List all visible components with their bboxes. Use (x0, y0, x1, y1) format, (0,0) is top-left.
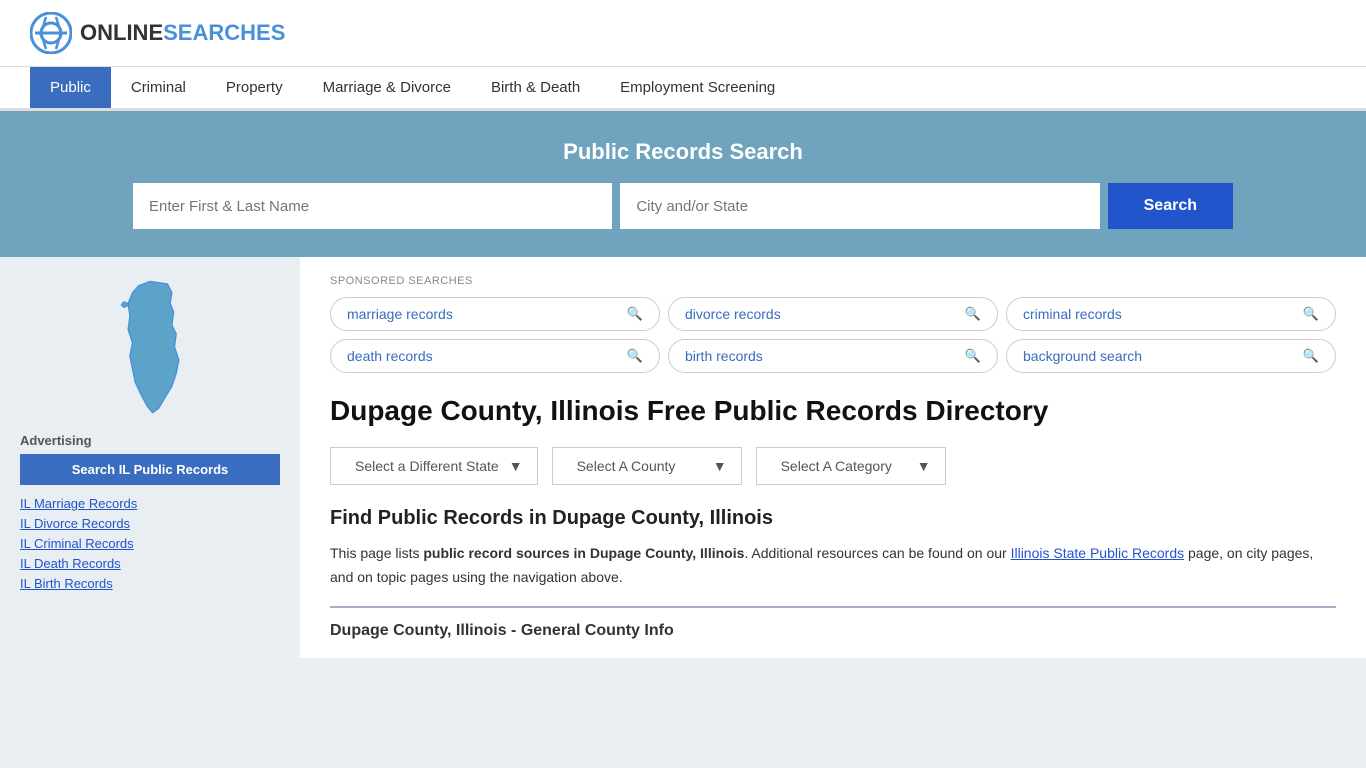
name-input[interactable] (133, 183, 612, 229)
search-banner: Public Records Search Search (0, 111, 1366, 257)
list-item: IL Death Records (20, 555, 280, 571)
find-link[interactable]: Illinois State Public Records (1011, 545, 1185, 561)
find-text-bold: public record sources in Dupage County, … (423, 545, 744, 561)
state-map (20, 277, 280, 417)
sidebar-advertising-label: Advertising (20, 433, 280, 448)
search-button[interactable]: Search (1108, 183, 1233, 229)
tag-label: marriage records (347, 306, 453, 322)
nav-item-birth-death[interactable]: Birth & Death (471, 67, 600, 108)
tag-divorce-records[interactable]: divorce records 🔍 (668, 297, 998, 331)
nav-item-marriage-divorce[interactable]: Marriage & Divorce (303, 67, 471, 108)
search-icon: 🔍 (627, 306, 643, 322)
sidebar-link-criminal[interactable]: IL Criminal Records (20, 536, 134, 551)
location-input[interactable] (620, 183, 1099, 229)
nav-item-employment[interactable]: Employment Screening (600, 67, 795, 108)
find-text-1: This page lists (330, 545, 423, 561)
chevron-down-icon: ▼ (509, 458, 523, 474)
illinois-map-icon (95, 277, 205, 417)
search-tags: marriage records 🔍 divorce records 🔍 cri… (330, 297, 1336, 373)
county-dropdown[interactable]: Select A County ▼ (552, 447, 742, 485)
sidebar: Advertising Search IL Public Records IL … (0, 257, 300, 658)
find-text-2: . Additional resources can be found on o… (744, 545, 1010, 561)
chevron-down-icon: ▼ (917, 458, 931, 474)
search-row: Search (133, 183, 1233, 229)
sidebar-link-divorce[interactable]: IL Divorce Records (20, 516, 130, 531)
sidebar-ad-button[interactable]: Search IL Public Records (20, 454, 280, 485)
sidebar-link-birth[interactable]: IL Birth Records (20, 576, 113, 591)
list-item: IL Divorce Records (20, 515, 280, 531)
tag-death-records[interactable]: death records 🔍 (330, 339, 660, 373)
tag-criminal-records[interactable]: criminal records 🔍 (1006, 297, 1336, 331)
sidebar-link-death[interactable]: IL Death Records (20, 556, 121, 571)
tag-marriage-records[interactable]: marriage records 🔍 (330, 297, 660, 331)
logo-icon (30, 12, 72, 54)
tag-label: criminal records (1023, 306, 1122, 322)
search-banner-title: Public Records Search (30, 139, 1336, 165)
search-icon: 🔍 (965, 348, 981, 364)
tag-label: divorce records (685, 306, 781, 322)
search-icon: 🔍 (1303, 306, 1319, 322)
list-item: IL Marriage Records (20, 495, 280, 511)
find-heading: Find Public Records in Dupage County, Il… (330, 507, 1336, 530)
site-header: ONLINESEARCHES (0, 0, 1366, 67)
tag-background-search[interactable]: background search 🔍 (1006, 339, 1336, 373)
nav-item-property[interactable]: Property (206, 67, 303, 108)
logo: ONLINESEARCHES (30, 12, 285, 54)
search-icon: 🔍 (965, 306, 981, 322)
main-area: Advertising Search IL Public Records IL … (0, 257, 1366, 658)
find-paragraph: This page lists public record sources in… (330, 542, 1336, 590)
state-dropdown[interactable]: Select a Different State ▼ (330, 447, 538, 485)
tag-label: death records (347, 348, 433, 364)
list-item: IL Birth Records (20, 575, 280, 591)
sponsored-label: SPONSORED SEARCHES (330, 275, 1336, 287)
general-info-heading: Dupage County, Illinois - General County… (330, 606, 1336, 640)
tag-birth-records[interactable]: birth records 🔍 (668, 339, 998, 373)
chevron-down-icon: ▼ (713, 458, 727, 474)
search-icon: 🔍 (627, 348, 643, 364)
sidebar-link-marriage[interactable]: IL Marriage Records (20, 496, 137, 511)
state-dropdown-label: Select a Different State (355, 458, 499, 474)
nav-item-public[interactable]: Public (30, 67, 111, 108)
county-dropdown-label: Select A County (577, 458, 676, 474)
dropdown-row: Select a Different State ▼ Select A Coun… (330, 447, 1336, 485)
main-nav: Public Criminal Property Marriage & Divo… (0, 67, 1366, 111)
nav-item-criminal[interactable]: Criminal (111, 67, 206, 108)
nav-list: Public Criminal Property Marriage & Divo… (0, 67, 1366, 108)
category-dropdown-label: Select A Category (781, 458, 892, 474)
list-item: IL Criminal Records (20, 535, 280, 551)
category-dropdown[interactable]: Select A Category ▼ (756, 447, 946, 485)
page-title: Dupage County, Illinois Free Public Reco… (330, 393, 1336, 429)
logo-text: ONLINESEARCHES (80, 20, 285, 46)
sidebar-links: IL Marriage Records IL Divorce Records I… (20, 495, 280, 591)
content-area: SPONSORED SEARCHES marriage records 🔍 di… (300, 257, 1366, 658)
tag-label: background search (1023, 348, 1142, 364)
tag-label: birth records (685, 348, 763, 364)
search-icon: 🔍 (1303, 348, 1319, 364)
